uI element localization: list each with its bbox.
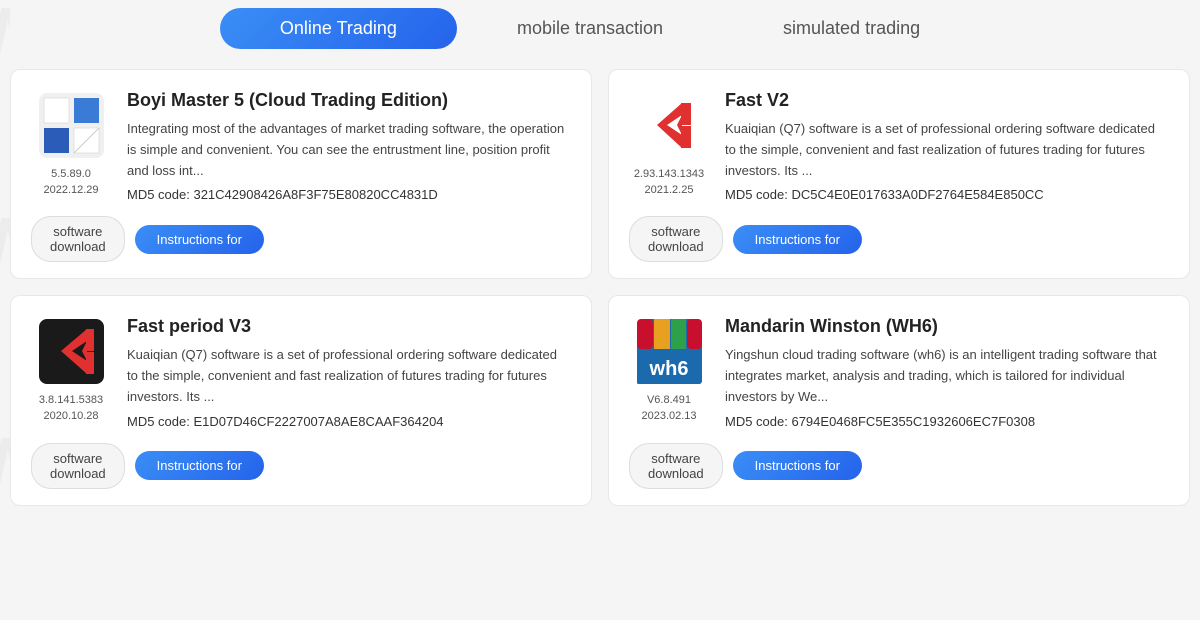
card-fastv2-title: Fast V2 <box>725 90 1169 111</box>
card-fastv2-actions: softwaredownload Instructions for <box>629 216 1169 262</box>
fastv2-software-download-button[interactable]: softwaredownload <box>629 216 723 262</box>
boyi-date: 2022.12.29 <box>43 184 98 196</box>
fastv3-logo-icon <box>36 316 106 386</box>
card-fastv3-header: 3.8.141.5383 2020.10.28 Fast period V3 K… <box>31 316 571 428</box>
boyi-logo-icon <box>36 90 106 160</box>
cards-grid: 5.5.89.0 2022.12.29 Boyi Master 5 (Cloud… <box>10 69 1190 522</box>
fastv3-date: 2020.10.28 <box>43 410 98 422</box>
card-fastv2: 2.93.143.1343 2021.2.25 Fast V2 Kuaiqian… <box>608 69 1190 279</box>
card-boyi-desc: Integrating most of the advantages of ma… <box>127 119 571 181</box>
boyi-instructions-button[interactable]: Instructions for <box>135 225 264 254</box>
card-fastv3-title: Fast period V3 <box>127 316 571 337</box>
mandarin-instructions-button[interactable]: Instructions for <box>733 451 862 480</box>
mandarin-logo-icon: wh6 <box>634 316 704 386</box>
card-fastv3-actions: softwaredownload Instructions for <box>31 443 571 489</box>
card-boyi-logo-area: 5.5.89.0 2022.12.29 <box>31 90 111 196</box>
boyi-svg <box>39 93 104 158</box>
card-fastv3-desc: Kuaiqian (Q7) software is a set of profe… <box>127 345 571 407</box>
card-boyi-title: Boyi Master 5 (Cloud Trading Edition) <box>127 90 571 111</box>
fastv3-svg <box>39 319 104 384</box>
tab-online-trading[interactable]: Online Trading <box>220 8 457 49</box>
card-fastv2-md5: MD5 code: DC5C4E0E017633A0DF2764E584E850… <box>725 187 1169 202</box>
tab-simulated-trading[interactable]: simulated trading <box>723 8 980 49</box>
card-mandarin: wh6 V6.8.491 2023.02.13 Mandarin Winston… <box>608 295 1190 505</box>
card-boyi-body: Boyi Master 5 (Cloud Trading Edition) In… <box>127 90 571 202</box>
card-fastv2-header: 2.93.143.1343 2021.2.25 Fast V2 Kuaiqian… <box>629 90 1169 202</box>
card-boyi: 5.5.89.0 2022.12.29 Boyi Master 5 (Cloud… <box>10 69 592 279</box>
fastv2-svg <box>637 93 702 158</box>
card-mandarin-logo-area: wh6 V6.8.491 2023.02.13 <box>629 316 709 422</box>
card-mandarin-md5: MD5 code: 6794E0468FC5E355C1932606EC7F03… <box>725 414 1169 429</box>
card-mandarin-title: Mandarin Winston (WH6) <box>725 316 1169 337</box>
card-mandarin-body: Mandarin Winston (WH6) Yingshun cloud tr… <box>725 316 1169 428</box>
fastv3-version: 3.8.141.5383 <box>39 394 103 406</box>
fastv2-instructions-button[interactable]: Instructions for <box>733 225 862 254</box>
card-boyi-actions: softwaredownload Instructions for <box>31 216 571 262</box>
fastv3-instructions-button[interactable]: Instructions for <box>135 451 264 480</box>
tab-mobile-transaction[interactable]: mobile transaction <box>457 8 723 49</box>
mandarin-date: 2023.02.13 <box>641 410 696 422</box>
svg-text:wh6: wh6 <box>648 358 688 380</box>
fastv3-software-download-button[interactable]: softwaredownload <box>31 443 125 489</box>
fastv2-date: 2021.2.25 <box>645 184 694 196</box>
mandarin-svg: wh6 <box>637 319 702 384</box>
card-mandarin-header: wh6 V6.8.491 2023.02.13 Mandarin Winston… <box>629 316 1169 428</box>
card-fastv2-logo-area: 2.93.143.1343 2021.2.25 <box>629 90 709 196</box>
mandarin-version: V6.8.491 <box>647 394 691 406</box>
card-fastv2-desc: Kuaiqian (Q7) software is a set of profe… <box>725 119 1169 181</box>
fastv2-logo-icon <box>634 90 704 160</box>
card-mandarin-desc: Yingshun cloud trading software (wh6) is… <box>725 345 1169 407</box>
mandarin-software-download-button[interactable]: softwaredownload <box>629 443 723 489</box>
card-fastv3-md5: MD5 code: E1D07D46CF2227007A8AE8CAAF3642… <box>127 414 571 429</box>
card-fastv3-body: Fast period V3 Kuaiqian (Q7) software is… <box>127 316 571 428</box>
card-boyi-header: 5.5.89.0 2022.12.29 Boyi Master 5 (Cloud… <box>31 90 571 202</box>
fastv2-version: 2.93.143.1343 <box>634 168 704 180</box>
boyi-version: 5.5.89.0 <box>51 168 91 180</box>
card-fastv3-logo-area: 3.8.141.5383 2020.10.28 <box>31 316 111 422</box>
card-mandarin-actions: softwaredownload Instructions for <box>629 443 1169 489</box>
tab-bar: Online Trading mobile transaction simula… <box>10 0 1190 69</box>
card-fastv2-body: Fast V2 Kuaiqian (Q7) software is a set … <box>725 90 1169 202</box>
boyi-software-download-button[interactable]: softwaredownload <box>31 216 125 262</box>
card-boyi-md5: MD5 code: 321C42908426A8F3F75E80820CC483… <box>127 187 571 202</box>
card-fastv3: 3.8.141.5383 2020.10.28 Fast period V3 K… <box>10 295 592 505</box>
